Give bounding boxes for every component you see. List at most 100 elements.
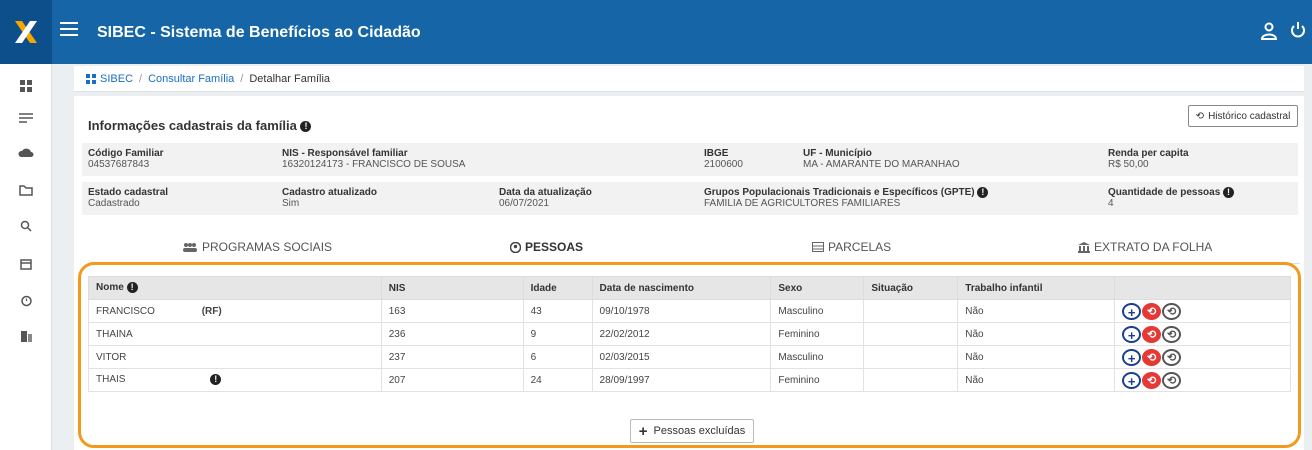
col-sexo[interactable]: Sexo <box>770 276 865 300</box>
uf-label: UF - Município <box>803 148 872 159</box>
responsavel-badge: (RF) <box>201 305 222 317</box>
table-header-row: Nome ! NIS Idade Data de nascimento Sexo… <box>88 276 1291 300</box>
breadcrumb-consultar-familia[interactable]: Consultar Família <box>148 73 234 85</box>
breadcrumb-separator: / <box>240 72 244 85</box>
plus-icon: + <box>638 422 648 440</box>
calendar-icon[interactable] <box>0 254 52 274</box>
cell-nascimento: 28/09/1997 <box>591 368 772 392</box>
tab-programas-sociais[interactable]: PROGRAMAS SOCIAIS <box>182 240 332 254</box>
alarm-icon[interactable] <box>0 290 52 310</box>
add-icon[interactable]: + <box>1122 302 1142 320</box>
cell-actions: + ⟲ ⟲ <box>1114 299 1291 323</box>
ibge-value: 2100600 <box>704 159 743 170</box>
user-circle-icon <box>510 241 521 253</box>
add-icon[interactable]: + <box>1122 325 1142 343</box>
cell-sexo: Feminino <box>770 322 865 346</box>
tab-label: EXTRATO DA FOLHA <box>1094 240 1213 254</box>
history-button-label: Histórico cadastral <box>1208 110 1291 122</box>
cell-nis: 237 <box>380 345 524 369</box>
search-icon[interactable] <box>0 216 52 236</box>
gpte: Grupos Populacionais Tradicionais e Espe… <box>704 187 989 209</box>
section-title: Informações cadastrais da família ! <box>88 118 312 133</box>
table-icon <box>812 242 824 252</box>
qtd-label: Quantidade de pessoas <box>1108 187 1221 199</box>
tab-extrato-folha[interactable]: EXTRATO DA FOLHA <box>1078 240 1212 254</box>
breadcrumb-current: Detalhar Família <box>249 72 331 85</box>
cell-nis: 207 <box>380 368 524 392</box>
list-icon[interactable] <box>0 108 52 128</box>
tab-pessoas[interactable]: PESSOAS <box>510 240 583 254</box>
folder-icon[interactable] <box>0 180 52 200</box>
col-nome[interactable]: Nome ! <box>88 276 382 300</box>
cell-nis: 163 <box>380 299 524 323</box>
dashboard-small-icon <box>86 73 96 84</box>
breadcrumb-home[interactable]: SIBEC <box>100 73 133 85</box>
col-situacao[interactable]: Situação <box>863 276 959 300</box>
data-label: Data da atualização <box>499 187 592 198</box>
user-icon[interactable] <box>1260 22 1278 45</box>
history-icon: ⟲ <box>1195 110 1205 122</box>
person-name: VITOR <box>96 351 127 363</box>
info-icon[interactable]: ! <box>210 374 222 386</box>
atualizado-value: Sim <box>282 198 300 209</box>
tab-label: PARCELAS <box>828 240 892 254</box>
history-icon[interactable]: ⟲ <box>1162 302 1182 320</box>
cell-nascimento: 09/10/1978 <box>591 299 772 323</box>
excluded-people-button[interactable]: + Pessoas excluídas <box>630 419 754 443</box>
history-red-icon[interactable]: ⟲ <box>1142 371 1162 389</box>
cell-situacao <box>863 368 959 392</box>
info-icon[interactable]: ! <box>300 121 312 133</box>
history-icon[interactable]: ⟲ <box>1162 348 1182 366</box>
add-icon[interactable]: + <box>1122 348 1142 366</box>
history-icon[interactable]: ⟲ <box>1162 325 1182 343</box>
info-icon[interactable]: ! <box>126 282 138 294</box>
col-idade[interactable]: Idade <box>522 276 593 300</box>
app-title: SIBEC - Sistema de Benefícios ao Cidadão <box>97 24 421 41</box>
caixa-logo[interactable] <box>0 0 52 64</box>
cell-nis: 236 <box>380 322 524 346</box>
ibge: IBGE 2100600 <box>704 148 743 170</box>
tab-parcelas[interactable]: PARCELAS <box>812 240 891 254</box>
bank-icon <box>1078 241 1090 253</box>
info-icon[interactable]: ! <box>977 187 989 198</box>
table-row: THAINA 236 9 22/02/2012 Feminino Não + ⟲ ⟲ <box>88 322 1291 346</box>
building-icon[interactable] <box>0 326 52 346</box>
cell-sexo: Masculino <box>770 345 865 369</box>
section-title-text: Informações cadastrais da família <box>88 118 297 133</box>
col-nis[interactable]: NIS <box>380 276 524 300</box>
history-red-icon[interactable]: ⟲ <box>1142 348 1162 366</box>
hamburger-menu-icon[interactable] <box>60 22 78 38</box>
cell-idade: 9 <box>522 322 593 346</box>
history-button[interactable]: ⟲ Histórico cadastral <box>1188 105 1298 127</box>
history-red-icon[interactable]: ⟲ <box>1142 302 1162 320</box>
renda-value: R$ 50,00 <box>1108 159 1149 170</box>
history-icon[interactable]: ⟲ <box>1162 371 1182 389</box>
uf-value: MA - AMARANTE DO MARANHAO <box>803 159 960 170</box>
cell-idade: 6 <box>522 345 593 369</box>
table-row: FRANCISCO (RF) 163 43 09/10/1978 Masculi… <box>88 299 1291 323</box>
cell-nascimento: 22/02/2012 <box>591 322 772 346</box>
cell-sexo: Masculino <box>770 299 865 323</box>
top-bar: SIBEC - Sistema de Benefícios ao Cidadão <box>0 0 1312 64</box>
info-icon[interactable]: ! <box>1223 187 1235 198</box>
history-red-icon[interactable]: ⟲ <box>1142 325 1162 343</box>
cloud-upload-icon[interactable] <box>0 142 52 162</box>
codigo-label: Código Familiar <box>88 148 164 159</box>
ibge-label: IBGE <box>704 148 729 159</box>
cell-nome: THAIS ! <box>88 368 382 392</box>
codigo-familiar: Código Familiar 04537687843 <box>88 148 164 170</box>
cell-nascimento: 02/03/2015 <box>591 345 772 369</box>
col-nome-label: Nome <box>96 282 124 294</box>
cell-trabalho: Não <box>957 368 1116 392</box>
excluded-people-label: Pessoas excluídas <box>653 425 746 437</box>
renda-label: Renda per capita <box>1108 148 1189 159</box>
person-name: THAIS <box>96 374 126 386</box>
col-data-nascimento[interactable]: Data de nascimento <box>591 276 772 300</box>
cell-actions: + ⟲ ⟲ <box>1114 322 1291 346</box>
add-icon[interactable]: + <box>1122 371 1142 389</box>
data-atualizacao: Data da atualização 06/07/2021 <box>499 187 592 209</box>
col-trabalho-infantil[interactable]: Trabalho infantil <box>957 276 1116 300</box>
dashboard-icon[interactable] <box>0 76 52 96</box>
estado-label: Estado cadastral <box>88 187 169 198</box>
power-icon[interactable] <box>1290 21 1306 44</box>
